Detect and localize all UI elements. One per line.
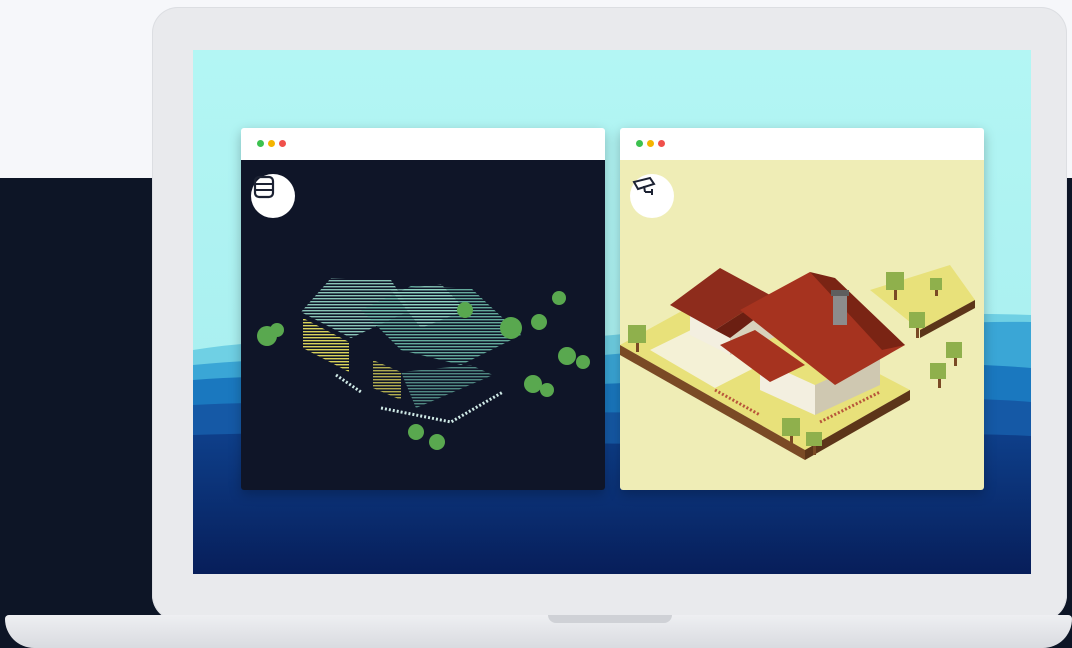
window-dot-green[interactable] bbox=[257, 140, 264, 147]
server-stack-badge bbox=[251, 174, 295, 218]
point-cloud-house-illustration bbox=[257, 278, 590, 450]
isometric-house-view bbox=[620, 160, 984, 490]
laptop-hinge-notch bbox=[548, 615, 672, 623]
cctv-model-window bbox=[620, 128, 984, 490]
window-titlebar bbox=[620, 128, 984, 160]
window-dot-green[interactable] bbox=[636, 140, 643, 147]
point-cloud-view bbox=[241, 160, 605, 490]
window-dot-red[interactable] bbox=[279, 140, 286, 147]
window-titlebar bbox=[241, 128, 605, 160]
security-camera-badge bbox=[630, 174, 674, 218]
server-stack-icon bbox=[253, 175, 275, 199]
security-camera-icon bbox=[632, 176, 656, 195]
point-cloud-window bbox=[241, 128, 605, 490]
window-dot-yellow[interactable] bbox=[268, 140, 275, 147]
window-dot-yellow[interactable] bbox=[647, 140, 654, 147]
laptop-base bbox=[5, 615, 1072, 648]
isometric-house-illustration bbox=[620, 265, 975, 460]
window-dot-red[interactable] bbox=[658, 140, 665, 147]
laptop-screen bbox=[193, 50, 1031, 574]
